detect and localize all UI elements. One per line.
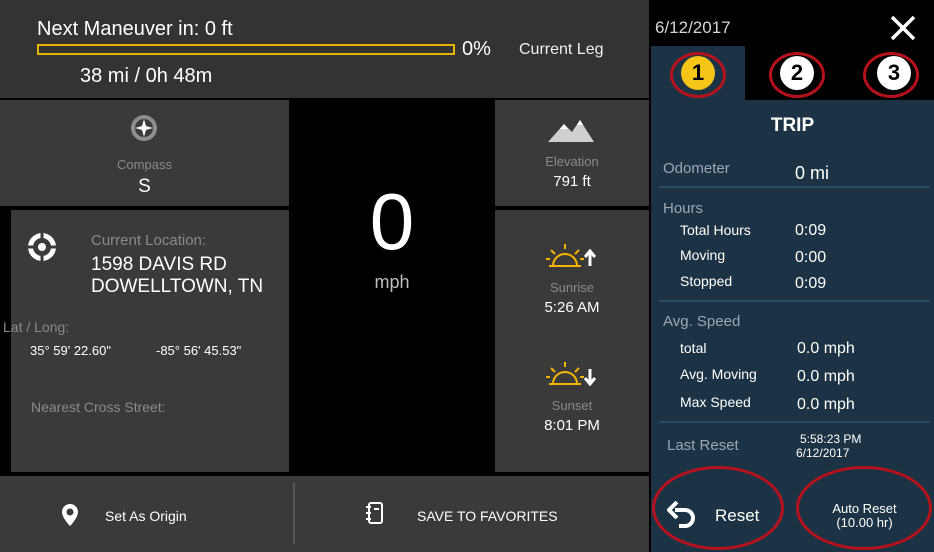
elevation-value: 791 ft bbox=[553, 173, 591, 190]
latitude-value: 35° 59' 22.60" bbox=[30, 343, 111, 358]
current-location-tile: Current Location: 1598 DAVIS RD DOWELLTO… bbox=[11, 210, 289, 472]
sunrise-label: Sunrise bbox=[549, 280, 595, 295]
max-speed-label: Max Speed bbox=[680, 394, 751, 410]
speed-unit: mph bbox=[374, 272, 410, 292]
mountain-icon bbox=[548, 120, 594, 142]
total-hours-value: 0:09 bbox=[795, 222, 827, 239]
leg-progress-percent: 0% bbox=[462, 38, 491, 60]
distance-time-remaining: 38 mi / 0h 48m bbox=[80, 65, 213, 87]
longitude-value: -85° 56' 45.53" bbox=[156, 343, 242, 358]
save-to-favorites-label: SAVE TO FAVORITES bbox=[417, 508, 558, 524]
current-location-label: Current Location: bbox=[91, 232, 207, 249]
compass-icon bbox=[131, 115, 157, 141]
stopped-time-label: Stopped bbox=[680, 273, 733, 289]
tab-1-highlight-ring bbox=[670, 52, 726, 98]
total-avg-speed-label: total bbox=[680, 340, 707, 356]
auto-reset-highlight-ring bbox=[796, 466, 932, 550]
favorites-book-icon bbox=[366, 502, 383, 524]
moving-time-value: 0:00 bbox=[795, 249, 827, 266]
current-date: 6/12/2017 bbox=[655, 18, 731, 37]
trip-title: TRIP bbox=[770, 115, 815, 136]
elevation-tile: Elevation 791 ft bbox=[495, 100, 649, 206]
sunset-icon bbox=[546, 362, 597, 386]
reset-highlight-ring bbox=[652, 466, 784, 550]
leg-progress-bar bbox=[37, 44, 455, 55]
speed-value: 0 bbox=[369, 177, 415, 266]
close-icon[interactable] bbox=[889, 14, 917, 42]
max-speed-value: 0.0 mph bbox=[797, 396, 855, 413]
next-maneuver-bar: Next Maneuver in: 0 ft 0% Current Leg 38… bbox=[0, 0, 649, 98]
divider bbox=[659, 186, 929, 188]
tab-2-highlight-ring bbox=[769, 52, 825, 98]
avg-moving-speed-label: Avg. Moving bbox=[680, 366, 757, 382]
button-divider bbox=[293, 482, 295, 544]
compass-label: Compass bbox=[117, 157, 172, 172]
crosshair-icon bbox=[28, 233, 56, 261]
address-line-1: 1598 DAVIS RD bbox=[91, 254, 227, 275]
avg-speed-label: Avg. Speed bbox=[663, 313, 741, 330]
set-origin-label: Set As Origin bbox=[105, 508, 187, 524]
stopped-time-value: 0:09 bbox=[795, 275, 827, 292]
divider bbox=[659, 421, 929, 423]
compass-heading: S bbox=[138, 176, 151, 197]
divider bbox=[659, 300, 929, 302]
avg-moving-speed-value: 0.0 mph bbox=[797, 368, 855, 385]
total-avg-speed-value: 0.0 mph bbox=[797, 340, 855, 357]
sunrise-time: 5:26 AM bbox=[544, 299, 600, 316]
sun-times-tile: Sunrise 5:26 AM Sunset 8:01 PM bbox=[495, 210, 649, 472]
location-pin-icon bbox=[62, 504, 78, 526]
odometer-label: Odometer bbox=[663, 160, 730, 177]
hours-label: Hours bbox=[663, 200, 704, 217]
current-leg-label[interactable]: Current Leg bbox=[519, 41, 604, 59]
last-reset-date: 6/12/2017 bbox=[796, 446, 850, 460]
odometer-value: 0 mi bbox=[795, 163, 830, 183]
total-hours-label: Total Hours bbox=[680, 222, 751, 238]
lat-long-label: Lat / Long: bbox=[3, 319, 70, 335]
tab-3-highlight-ring bbox=[863, 52, 919, 98]
nearest-cross-street-label: Nearest Cross Street: bbox=[31, 399, 166, 415]
save-to-favorites-button[interactable]: SAVE TO FAVORITES bbox=[296, 476, 649, 552]
speedometer: 0 mph bbox=[291, 100, 493, 474]
address-line-2: DOWELLTOWN, TN bbox=[91, 276, 264, 297]
sunset-label: Sunset bbox=[551, 398, 593, 413]
set-origin-button[interactable]: Set As Origin bbox=[0, 476, 292, 552]
elevation-label: Elevation bbox=[545, 154, 599, 169]
sunset-time: 8:01 PM bbox=[544, 417, 600, 434]
last-reset-label: Last Reset bbox=[667, 437, 739, 454]
compass-tile: Compass S bbox=[0, 100, 289, 206]
sunrise-icon bbox=[546, 244, 597, 267]
next-maneuver-text: Next Maneuver in: 0 ft bbox=[37, 18, 233, 40]
last-reset-time: 5:58:23 PM bbox=[800, 432, 862, 446]
moving-time-label: Moving bbox=[680, 247, 726, 263]
